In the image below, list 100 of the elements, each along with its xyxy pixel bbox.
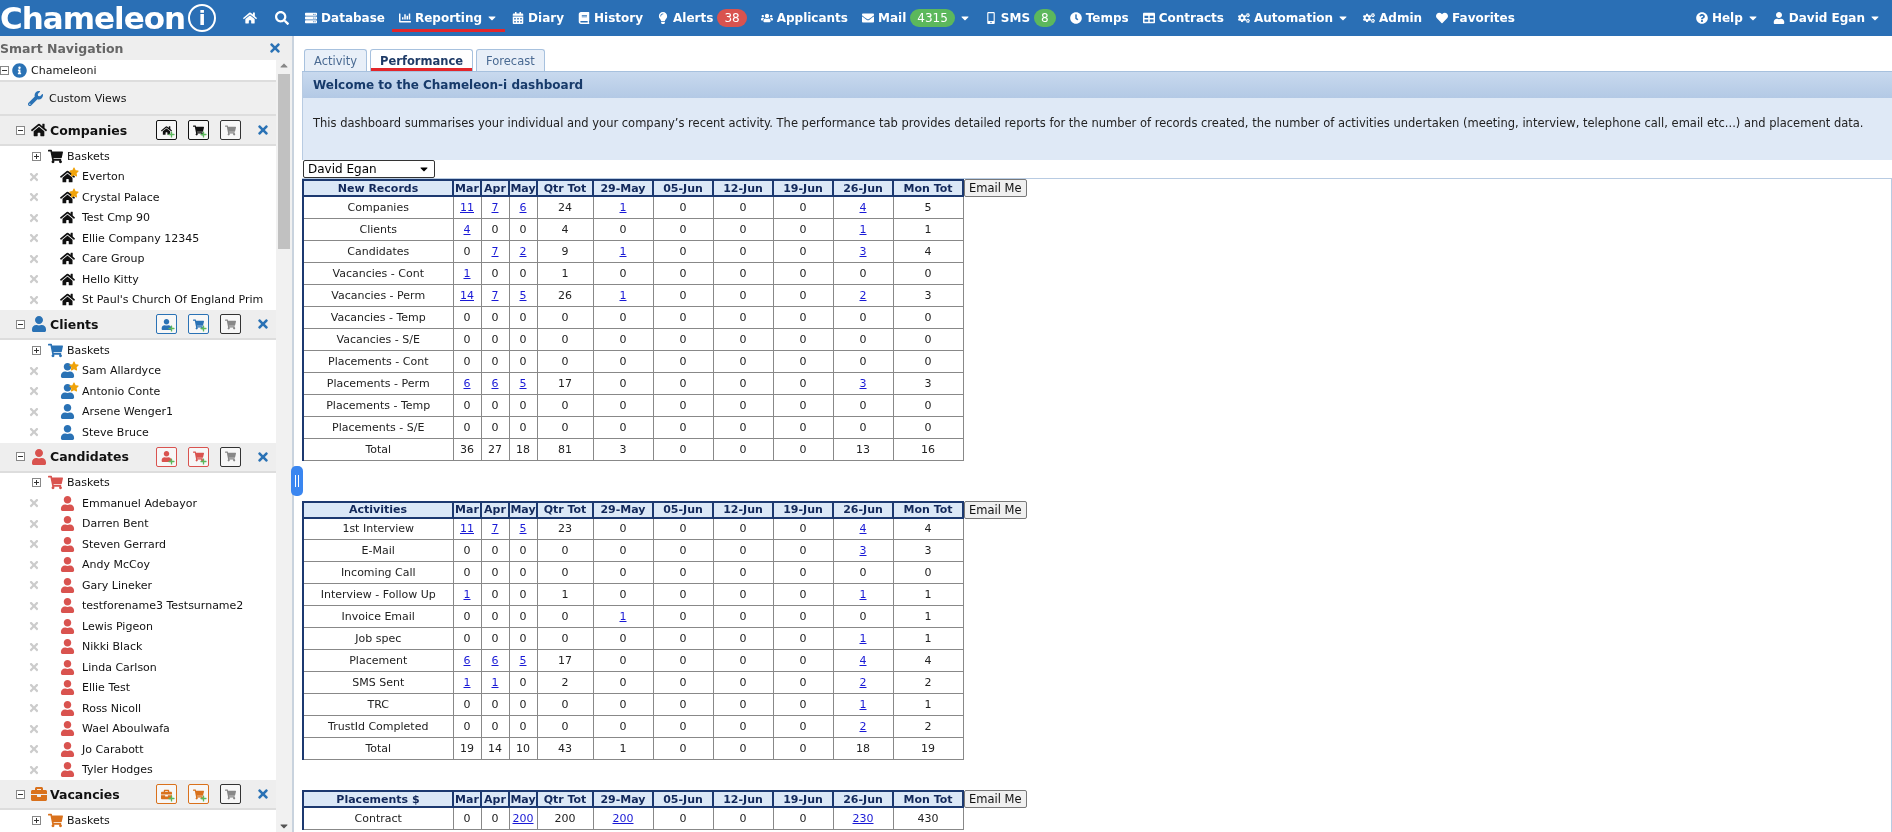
tree-item[interactable]: Test Cmp 90 (82, 211, 151, 225)
count-link[interactable]: 3 (859, 376, 867, 390)
nav-item[interactable]: Help (1688, 4, 1766, 32)
tree-item[interactable]: Care Group (82, 252, 145, 266)
remove-icon[interactable] (28, 293, 40, 306)
remove-icon[interactable] (28, 763, 40, 776)
collapse-toggle[interactable] (0, 65, 9, 75)
remove-icon[interactable] (28, 599, 40, 612)
tree-item[interactable]: Everton (82, 170, 125, 184)
basket-button[interactable] (220, 120, 241, 140)
nav-item[interactable]: SMS 8 (977, 4, 1063, 32)
tab[interactable]: Forecast (476, 49, 545, 71)
basket-button[interactable] (220, 446, 241, 467)
remove-icon[interactable] (28, 211, 40, 224)
nav-item[interactable]: Automation (1231, 4, 1357, 32)
count-link[interactable]: 1 (859, 222, 867, 236)
remove-icon[interactable] (28, 579, 40, 592)
email-button[interactable]: Email Me (964, 500, 1027, 519)
count-link[interactable]: 4 (859, 654, 867, 667)
tree-item[interactable]: Ellie Company 12345 (82, 231, 200, 245)
user-select[interactable]: David Egan (303, 160, 435, 178)
remove-icon[interactable] (28, 405, 40, 418)
collapse-toggle[interactable] (16, 125, 25, 135)
remove-icon[interactable] (28, 681, 40, 694)
basket-button[interactable] (220, 314, 241, 334)
count-link[interactable]: 3 (859, 544, 867, 557)
nav-item[interactable]: Alerts 38 (650, 4, 754, 32)
tree-item[interactable]: Custom Views (49, 91, 127, 105)
nav-item[interactable]: Temps (1062, 4, 1136, 32)
tree-item[interactable]: Ellie Test (82, 681, 131, 695)
remove-icon[interactable] (28, 364, 40, 377)
remove-icon[interactable] (28, 661, 40, 674)
count-link[interactable]: 1 (859, 698, 867, 711)
count-link[interactable]: 2 (859, 288, 867, 302)
nav-item[interactable]: Reporting (391, 4, 506, 32)
scroll-thumb[interactable] (278, 74, 290, 249)
count-link[interactable]: 6 (463, 654, 471, 667)
close-button[interactable] (268, 41, 282, 55)
tree-item[interactable]: Tyler Hodges (82, 763, 153, 777)
tree-item[interactable]: Steve Bruce (82, 425, 149, 439)
tree-item[interactable]: Wael Aboulwafa (82, 722, 170, 736)
splitter-handle[interactable] (291, 466, 303, 496)
count-link[interactable]: 4 (463, 222, 471, 236)
count-link[interactable]: 1 (859, 632, 867, 645)
remove-icon[interactable] (28, 558, 40, 571)
remove-icon[interactable] (28, 273, 40, 286)
nav-item[interactable]: Admin (1356, 4, 1430, 32)
count-link[interactable]: 7 (491, 288, 499, 302)
count-link[interactable]: 2 (859, 720, 867, 733)
count-link[interactable]: 1 (463, 588, 471, 601)
tree-item[interactable]: Emmanuel Adebayor (82, 496, 197, 510)
tree-item[interactable]: Baskets (67, 343, 110, 357)
nav-item[interactable]: Diary (505, 4, 571, 32)
tab[interactable]: Activity (304, 49, 367, 71)
expand-toggle[interactable] (32, 151, 41, 161)
collapse-toggle[interactable] (16, 452, 25, 461)
expand-toggle[interactable] (32, 815, 41, 825)
tree-item[interactable]: Nikki Black (82, 640, 143, 654)
add-basket-button[interactable] (188, 120, 209, 140)
nav-item[interactable]: David Egan (1765, 4, 1888, 32)
count-link[interactable]: 5 (519, 376, 527, 390)
tree-item[interactable]: testforename3 Testsurname2 (82, 599, 244, 613)
count-link[interactable]: 5 (519, 522, 527, 536)
count-link[interactable]: 1 (619, 288, 627, 302)
count-link[interactable]: 1 (463, 676, 471, 689)
remove-icon[interactable] (28, 702, 40, 715)
tree-item[interactable]: Hello Kitty (82, 272, 139, 286)
count-link[interactable]: 6 (519, 200, 527, 214)
collapse-toggle[interactable] (16, 319, 25, 329)
basket-button[interactable] (220, 784, 241, 804)
remove-icon[interactable] (28, 743, 40, 756)
count-link[interactable]: 1 (463, 266, 471, 280)
tree-item[interactable]: Steven Gerrard (82, 537, 166, 551)
close-button[interactable] (256, 787, 270, 801)
remove-icon[interactable] (28, 426, 40, 439)
remove-icon[interactable] (28, 722, 40, 735)
tab[interactable]: Performance (370, 49, 474, 71)
tree-item[interactable]: Baskets (67, 813, 110, 827)
nav-item[interactable]: Favorites (1429, 4, 1522, 32)
remove-icon[interactable] (28, 517, 40, 530)
count-link[interactable]: 4 (859, 522, 867, 536)
tree-item[interactable]: Darren Bent (82, 517, 149, 531)
nav-item[interactable]: Applicants (753, 4, 855, 32)
tree-item[interactable]: Sam Allardyce (82, 364, 161, 378)
count-link[interactable]: 6 (463, 376, 471, 390)
tree-item[interactable]: Baskets (67, 149, 110, 163)
tree-item[interactable]: Ross Nicoll (82, 701, 141, 715)
scrollbar[interactable] (276, 60, 292, 832)
nav-item[interactable]: Mail 4315 (855, 4, 978, 32)
tree-item[interactable]: Baskets (67, 476, 110, 490)
count-link[interactable]: 1 (619, 244, 627, 258)
tree-item[interactable]: Arsene Wenger1 (82, 405, 174, 419)
nav-item[interactable]: History (571, 4, 651, 32)
tree-item[interactable]: Andy McCoy (82, 558, 150, 572)
close-button[interactable] (256, 317, 270, 331)
count-link[interactable]: 6 (491, 376, 499, 390)
remove-icon[interactable] (28, 232, 40, 245)
tree-item[interactable]: Linda Carlson (82, 660, 157, 674)
close-button[interactable] (256, 449, 270, 464)
count-link[interactable]: 2 (519, 244, 527, 258)
